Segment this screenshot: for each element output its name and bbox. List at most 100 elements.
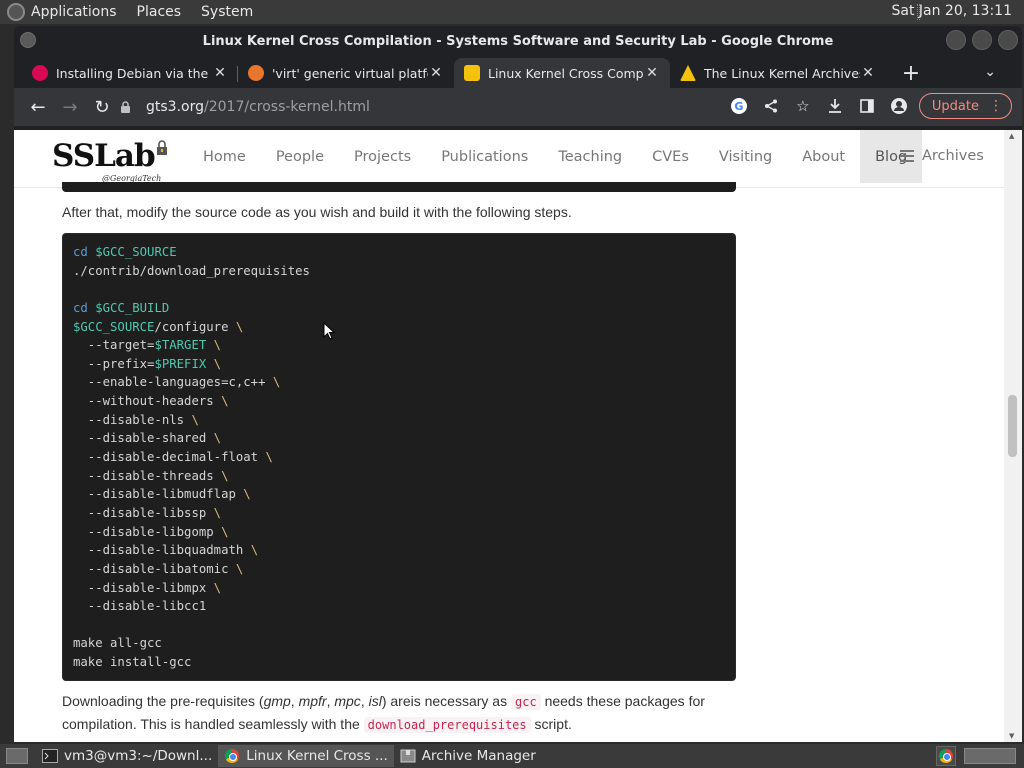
code-token: $GCC_SOURCE	[95, 245, 177, 259]
code-token: \	[213, 505, 222, 520]
kebab-menu-icon[interactable]: ⋮	[989, 98, 1003, 114]
code-token: \	[235, 561, 244, 576]
update-button[interactable]: Update ⋮	[918, 93, 1012, 119]
code-token: $TARGET	[154, 338, 207, 353]
tab-search-chevron-down-icon[interactable]: ⌄	[984, 64, 996, 80]
text: ,	[360, 693, 369, 709]
code-line: make all-gcc	[73, 634, 725, 653]
tab-label: 'virt' generic virtual platfo	[272, 65, 428, 81]
window-menu-button[interactable]	[20, 32, 36, 48]
forward-arrow-icon[interactable]: →	[54, 91, 86, 123]
google-lens-icon[interactable]: G	[727, 92, 751, 120]
tab-virt-platform[interactable]: 'virt' generic virtual platfo ✕	[238, 58, 454, 88]
code-line: --prefix=$PREFIX \	[73, 355, 725, 374]
close-tab-icon[interactable]: ✕	[212, 65, 228, 81]
code-token: ./contrib/download_prerequisites	[73, 263, 310, 278]
tab-label: Linux Kernel Cross Compi	[488, 65, 644, 81]
code-line: --target=$TARGET \	[73, 336, 725, 355]
text-mpc: mpc	[334, 693, 361, 709]
code-token: --disable-libmpx	[73, 580, 214, 595]
code-token: \	[221, 524, 229, 539]
page-scrollbar[interactable]: ▲ ▼	[1004, 130, 1022, 742]
show-desktop-icon[interactable]	[6, 748, 28, 764]
close-tab-icon[interactable]: ✕	[428, 65, 444, 81]
code-block: cd $GCC_SOURCE ./contrib/download_prerequ…	[62, 233, 736, 681]
code-token: $GCC_SOURCE	[73, 319, 155, 334]
side-panel-icon[interactable]	[855, 92, 879, 120]
downloads-icon[interactable]	[823, 92, 847, 120]
minimize-button[interactable]	[946, 30, 966, 50]
address-bar[interactable]: gts3.org/2017/cross-kernel.html	[120, 93, 820, 121]
profile-avatar-icon[interactable]	[887, 92, 911, 120]
tab-kernel-archives[interactable]: The Linux Kernel Archives ✕	[670, 58, 886, 88]
site-navbar: SSLab @GeorgiaTech Home People Projects …	[14, 130, 1004, 188]
code-token: make all-gcc	[73, 636, 162, 651]
code-token: --disable-libquadmath	[73, 543, 251, 558]
task-archive-manager[interactable]: Archive Manager	[394, 745, 542, 767]
mouse-cursor-icon	[323, 322, 335, 340]
system-menu[interactable]: System	[201, 4, 253, 20]
clock[interactable]: Sat Jan 20, 13:11	[892, 3, 1013, 19]
scroll-up-arrow-icon[interactable]: ▲	[1009, 132, 1014, 140]
text: Downloading the pre-requisites (	[62, 693, 264, 709]
close-tab-icon[interactable]: ✕	[860, 65, 876, 81]
close-tab-icon[interactable]: ✕	[644, 65, 660, 81]
tab-installing-debian[interactable]: Installing Debian via the In ✕	[22, 58, 238, 88]
padlock-logo-icon	[157, 140, 167, 155]
nav-home[interactable]: Home	[188, 130, 261, 183]
scrollbar-thumb[interactable]	[1008, 395, 1017, 457]
scroll-down-arrow-icon[interactable]: ▼	[1009, 732, 1014, 740]
code-token: \	[191, 412, 199, 427]
browser-toolbar: ← → ↻ gts3.org/2017/cross-kernel.html G …	[14, 88, 1022, 126]
reload-icon[interactable]: ↻	[86, 91, 118, 123]
code-token: \	[235, 319, 244, 334]
text: ,	[290, 693, 299, 709]
code-token: --disable-decimal-float	[73, 450, 266, 465]
code-token: \	[243, 487, 251, 502]
code-line: --disable-libcc1	[73, 597, 725, 616]
window-titlebar[interactable]: Linux Kernel Cross Compilation - Systems…	[14, 26, 1022, 56]
workspace-switcher[interactable]	[964, 748, 1016, 764]
bottom-taskbar: vm3@vm3:~/Downl... Linux Kernel Cross ..…	[0, 744, 1024, 768]
code-token: make install-gcc	[73, 655, 192, 670]
task-terminal[interactable]: vm3@vm3:~/Downl...	[36, 745, 218, 767]
code-token: --disable-libmudflap	[73, 487, 244, 502]
close-window-button[interactable]	[998, 30, 1018, 50]
code-token: --without-headers	[73, 394, 222, 409]
places-menu[interactable]: Places	[137, 4, 182, 20]
maximize-button[interactable]	[972, 30, 992, 50]
code-line: --enable-languages=c,c++ \	[73, 373, 725, 392]
nav-projects[interactable]: Projects	[339, 130, 426, 183]
lock-icon[interactable]	[120, 101, 132, 113]
applications-menu[interactable]: Applications	[31, 4, 117, 20]
nav-archives[interactable]: Archives	[900, 148, 984, 164]
code-line: --disable-decimal-float \	[73, 448, 725, 467]
sslab-logo[interactable]: SSLab @GeorgiaTech	[52, 138, 172, 183]
code-line: --disable-libssp \	[73, 504, 725, 523]
share-icon[interactable]	[759, 92, 783, 120]
tab-linux-kernel-cross[interactable]: Linux Kernel Cross Compi ✕	[454, 58, 670, 88]
code-token: --disable-libcc1	[73, 599, 207, 614]
gnome-logo-icon[interactable]	[7, 3, 25, 21]
code-line: --without-headers \	[73, 392, 725, 411]
code-token: --disable-shared	[73, 431, 214, 446]
nav-teaching[interactable]: Teaching	[543, 130, 637, 183]
nav-people[interactable]: People	[261, 130, 339, 183]
new-tab-button[interactable]: +	[896, 58, 926, 88]
text: script.	[530, 716, 572, 732]
nav-cves[interactable]: CVEs	[637, 130, 704, 183]
code-line: ./contrib/download_prerequisites	[73, 262, 725, 281]
nav-visiting[interactable]: Visiting	[704, 130, 787, 183]
task-chrome[interactable]: Linux Kernel Cross ...	[218, 745, 394, 767]
bookmark-star-icon[interactable]: ☆	[791, 92, 815, 120]
nav-about[interactable]: About	[787, 130, 860, 183]
code-token: --disable-libatomic	[73, 561, 236, 576]
code-line: --disable-libmpx \	[73, 579, 725, 598]
tray-chrome-icon[interactable]	[936, 746, 956, 766]
nav-publications[interactable]: Publications	[426, 130, 543, 183]
paragraph: Downloading the pre-requisites (gmp, mpf…	[62, 690, 752, 736]
list-icon	[900, 150, 914, 162]
back-arrow-icon[interactable]: ←	[22, 91, 54, 123]
code-token: \	[213, 356, 222, 371]
